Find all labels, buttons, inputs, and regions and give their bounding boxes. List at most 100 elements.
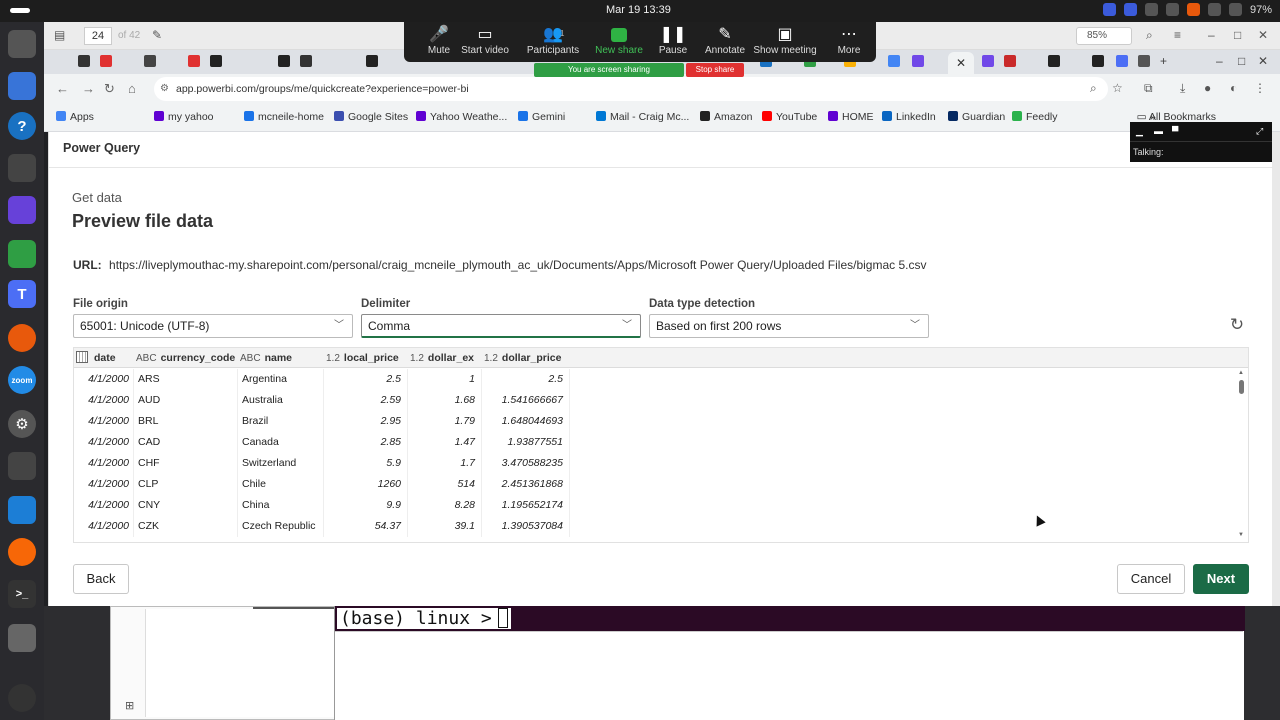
table-cell[interactable]: CZK [134,516,238,537]
firefox-icon[interactable] [8,538,36,566]
tab-favicon[interactable] [888,55,900,67]
tab-favicon[interactable] [912,55,924,67]
extensions-icon[interactable]: ⧉ [1144,81,1153,96]
active-tab-close[interactable]: ✕ [948,52,974,74]
table-cell[interactable]: 3.470588235 [482,453,570,474]
table-cell[interactable]: Australia [238,390,324,411]
data-type-detection-select[interactable]: Based on first 200 rows ﹀ [649,314,929,338]
tab-favicon[interactable] [1092,55,1104,67]
tray-app-icon[interactable] [1165,3,1179,16]
bookmark-item[interactable]: Apps [56,111,94,123]
bookmark-item[interactable]: Feedly [1012,111,1058,123]
table-cell[interactable]: AUD [134,390,238,411]
column-header-name[interactable]: ABC name [240,348,324,368]
table-cell[interactable]: CNY [134,495,238,516]
browser-close-icon[interactable]: ✕ [1258,54,1268,68]
zoom-level-select[interactable]: 85% [1076,27,1132,45]
table-cell[interactable]: CAD [134,432,238,453]
tab-favicon[interactable] [1004,55,1016,67]
table-cell[interactable]: 4/1/2000 [74,495,134,516]
table-cell[interactable]: 2.5 [482,369,570,390]
table-cell[interactable]: 54.37 [324,516,408,537]
table-cell[interactable]: Canada [238,432,324,453]
bookmark-item[interactable]: Yahoo Weathe... [416,111,507,123]
minimize-icon[interactable]: ▁ [1136,126,1143,137]
tab-favicon[interactable] [982,55,994,67]
bookmark-item[interactable]: Amazon [700,111,753,123]
screen-share-icon[interactable] [1186,3,1200,16]
table-cell[interactable]: 1.68 [408,390,482,411]
column-header-dollar-price[interactable]: 1.2 dollar_price [484,348,570,368]
bookmark-item[interactable]: Gemini [518,111,565,123]
document-viewer-icon[interactable] [8,72,36,100]
table-cell[interactable]: BRL [134,411,238,432]
table-row[interactable]: 4/1/2000 ARS Argentina 2.5 1 2.5 [74,369,570,390]
close-icon[interactable]: ✕ [1258,28,1268,42]
table-cell[interactable]: Brazil [238,411,324,432]
minimize-icon[interactable]: – [1208,28,1215,42]
data-type-icon[interactable]: ABC [136,353,157,364]
trash-icon[interactable] [8,624,36,652]
calendar-icon[interactable] [76,351,88,363]
tab-favicon[interactable] [300,55,312,67]
system-clock[interactable]: Mar 19 13:39 [606,4,671,16]
zoom-magnifier-icon[interactable]: ⌕ [1090,81,1097,96]
table-vertical-scrollbar[interactable]: ▲ ▼ [1238,370,1246,540]
fullscreen-icon[interactable]: ⤢ [1256,126,1263,137]
url-omnibox[interactable]: ⚙ app.powerbi.com/groups/me/quickcreate?… [154,77,1108,101]
table-cell[interactable]: 1.93877551 [482,432,570,453]
table-row[interactable]: 4/1/2000 CNY China 9.9 8.28 1.195652174 [74,495,570,516]
tab-favicon[interactable] [1116,55,1128,67]
table-cell[interactable]: Chile [238,474,324,495]
table-row[interactable]: 4/1/2000 AUD Australia 2.59 1.68 1.541666667 [74,390,570,411]
binoculars-icon[interactable] [8,154,36,182]
sidebar-toggle-icon[interactable]: ▤ [54,28,65,42]
table-row[interactable]: 4/1/2000 BRL Brazil 2.95 1.79 1.648044693 [74,411,570,432]
tab-favicon[interactable] [1048,55,1060,67]
teams-icon[interactable]: T [8,280,36,308]
browser-minimize-icon[interactable]: – [1216,54,1223,68]
tab-favicon[interactable] [78,55,90,67]
table-cell[interactable]: 4/1/2000 [74,453,134,474]
text-editor-icon[interactable] [8,496,36,524]
table-cell[interactable]: 2.5 [324,369,408,390]
table-cell[interactable]: ARS [134,369,238,390]
kebab-menu-icon[interactable]: ⋮ [1254,81,1266,95]
app-grid-icon[interactable] [8,684,36,712]
restore-icon[interactable]: ▬ [1154,126,1163,136]
tab-favicon[interactable] [210,55,222,67]
table-cell[interactable]: 4/1/2000 [74,474,134,495]
avatar[interactable]: ◐ [1230,81,1237,95]
profile-icon[interactable]: ● [1204,81,1211,95]
menu-icon[interactable]: ≡ [1174,28,1181,42]
maximize-icon[interactable]: □ [1234,28,1241,42]
table-cell[interactable]: 39.1 [408,516,482,537]
bookmark-item[interactable]: my yahoo [154,111,214,123]
scrollbar-thumb[interactable] [1239,380,1244,394]
tab-favicon[interactable] [366,55,378,67]
tab-favicon[interactable] [188,55,200,67]
table-cell[interactable]: Argentina [238,369,324,390]
back-button[interactable]: Back [73,564,129,594]
site-info-icon[interactable]: ⚙ [160,77,169,101]
column-header-local-price[interactable]: 1.2 local_price [326,348,408,368]
column-header-dollar-ex[interactable]: 1.2 dollar_ex [410,348,482,368]
cancel-button[interactable]: Cancel [1117,564,1185,594]
table-cell[interactable]: CHF [134,453,238,474]
refresh-icon[interactable]: ↻ [1227,316,1247,336]
table-row[interactable]: 4/1/2000 CAD Canada 2.85 1.47 1.93877551 [74,432,570,453]
stop-share-button[interactable]: Stop share [686,63,744,77]
bookmark-item[interactable]: YouTube [762,111,817,123]
table-cell[interactable]: China [238,495,324,516]
file-origin-select[interactable]: 65001: Unicode (UTF-8) ﹀ [73,314,353,338]
bookmark-item[interactable]: Mail - Craig Mc... [596,111,689,123]
data-type-icon[interactable]: ABC [240,353,261,364]
table-cell[interactable]: 1.390537084 [482,516,570,537]
tab-favicon[interactable] [1138,55,1150,67]
bookmark-item[interactable]: Guardian [948,111,1005,123]
table-cell[interactable]: 2.59 [324,390,408,411]
table-cell[interactable]: 8.28 [408,495,482,516]
table-cell[interactable]: 1.47 [408,432,482,453]
reload-icon[interactable]: ↻ [104,81,115,97]
browser-maximize-icon[interactable]: □ [1238,54,1245,68]
